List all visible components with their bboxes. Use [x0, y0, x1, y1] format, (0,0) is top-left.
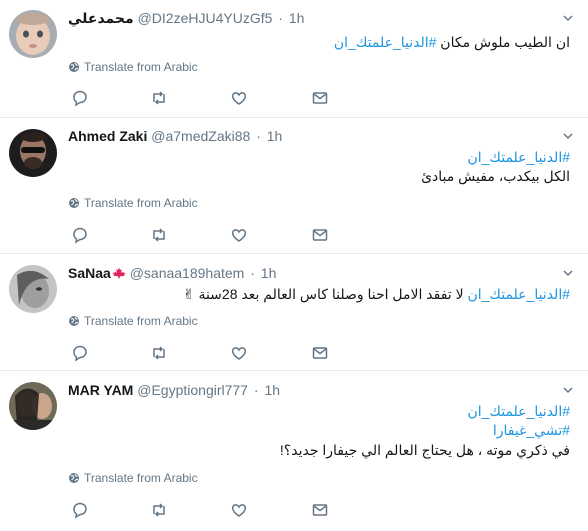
tweet-header: Ahmed Zaki @a7medZaki88 · 1h: [68, 126, 282, 146]
message-icon[interactable]: [311, 501, 329, 519]
hashtag-link[interactable]: #الدنيا_علمتك_ان: [467, 149, 570, 165]
tweet-text: في ذكري موته ، هل يحتاج العالم الي جيفار…: [279, 442, 570, 458]
tweet-text-line: في ذكري موته ، هل يحتاج العالم الي جيفار…: [280, 440, 570, 460]
translate-link[interactable]: Translate from Arabic: [68, 470, 198, 486]
retweet-icon[interactable]: [150, 501, 168, 519]
chevron-down-icon[interactable]: [562, 130, 574, 142]
user-handle[interactable]: @Egyptiongirl777: [137, 382, 248, 398]
translate-label: Translate from Arabic: [84, 60, 198, 74]
tweet-header: SaNaa @sanaa189hatem · 1h: [68, 263, 276, 283]
tweet-text-line: #الدنيا_علمتك_ان: [467, 147, 570, 167]
chevron-down-icon[interactable]: [562, 267, 574, 279]
timestamp[interactable]: 1h: [264, 382, 280, 398]
globe-icon: [69, 62, 79, 72]
reply-icon[interactable]: [71, 501, 89, 519]
tweet-text-line: #الدنيا_علمتك_ان: [467, 401, 570, 421]
translate-label: Translate from Arabic: [84, 314, 198, 328]
globe-icon: [69, 198, 79, 208]
hashtag-link[interactable]: #الدنيا_علمتك_ان: [334, 34, 437, 50]
avatar[interactable]: [9, 129, 57, 177]
user-handle[interactable]: @a7medZaki88: [151, 128, 250, 144]
display-name[interactable]: MAR YAM: [68, 382, 133, 398]
translate-link[interactable]: Translate from Arabic: [68, 59, 198, 75]
message-icon[interactable]: [311, 344, 329, 362]
chevron-down-icon[interactable]: [562, 384, 574, 396]
tweet-text: الكل بيكدب، مفيش مبادئ: [421, 168, 570, 184]
tweet-header: محمدعلي @DI2zeHJU4YUzGf5 · 1h: [68, 8, 304, 28]
chevron-down-icon[interactable]: [562, 12, 574, 24]
user-handle[interactable]: @sanaa189hatem: [130, 265, 245, 281]
like-icon[interactable]: [230, 501, 248, 519]
retweet-icon[interactable]: [150, 226, 168, 244]
display-name[interactable]: SaNaa: [68, 265, 111, 281]
retweet-icon[interactable]: [150, 89, 168, 107]
tweet-text-line: #تشي_غيفارا: [493, 420, 570, 440]
tweet-text: ان الطيب ملوش مكان: [436, 34, 570, 50]
display-name[interactable]: Ahmed Zaki: [68, 128, 147, 144]
avatar[interactable]: [9, 265, 57, 313]
like-icon[interactable]: [230, 226, 248, 244]
message-icon[interactable]: [311, 226, 329, 244]
tweet-text: لا تفقد الامل احنا وصلنا كاس العالم بعد …: [182, 286, 468, 302]
timestamp[interactable]: 1h: [289, 10, 305, 26]
globe-icon: [69, 316, 79, 326]
timestamp[interactable]: 1h: [261, 265, 277, 281]
tweet-feed: محمدعلي @DI2zeHJU4YUzGf5 · 1h ان الطيب م…: [0, 0, 588, 531]
tweet[interactable]: Ahmed Zaki @a7medZaki88 · 1h #الدنيا_علم…: [0, 118, 588, 254]
maple-leaf-flag-icon: [112, 267, 126, 279]
tweet-actions: [68, 226, 338, 244]
reply-icon[interactable]: [71, 89, 89, 107]
tweet-text-line: الكل بيكدب، مفيش مبادئ: [421, 166, 570, 186]
tweet[interactable]: محمدعلي @DI2zeHJU4YUzGf5 · 1h ان الطيب م…: [0, 0, 588, 118]
display-name[interactable]: محمدعلي: [68, 10, 134, 26]
reply-icon[interactable]: [71, 226, 89, 244]
translate-label: Translate from Arabic: [84, 471, 198, 485]
retweet-icon[interactable]: [150, 344, 168, 362]
tweet-header: MAR YAM @Egyptiongirl777 · 1h: [68, 380, 280, 400]
timestamp[interactable]: 1h: [267, 128, 283, 144]
hashtag-link[interactable]: #الدنيا_علمتك_ان: [467, 286, 570, 302]
globe-icon: [69, 473, 79, 483]
message-icon[interactable]: [311, 89, 329, 107]
translate-link[interactable]: Translate from Arabic: [68, 313, 198, 329]
tweet[interactable]: SaNaa @sanaa189hatem · 1h #الدنيا_علمتك_…: [0, 254, 588, 371]
reply-icon[interactable]: [71, 344, 89, 362]
tweet-text-line: #الدنيا_علمتك_ان لا تفقد الامل احنا وصلن…: [183, 284, 570, 304]
separator-dot: ·: [278, 10, 283, 26]
avatar[interactable]: [9, 10, 57, 58]
tweet-actions: [68, 89, 338, 107]
hashtag-link[interactable]: #تشي_غيفارا: [493, 422, 570, 438]
separator-dot: ·: [250, 265, 255, 281]
like-icon[interactable]: [230, 344, 248, 362]
separator-dot: ·: [253, 382, 259, 398]
tweet[interactable]: MAR YAM @Egyptiongirl777 · 1h #الدنيا_عل…: [0, 371, 588, 531]
like-icon[interactable]: [230, 89, 248, 107]
avatar[interactable]: [9, 382, 57, 430]
tweet-actions: [68, 344, 338, 362]
tweet-actions: [68, 501, 338, 519]
translate-link[interactable]: Translate from Arabic: [68, 195, 198, 211]
user-handle[interactable]: @DI2zeHJU4YUzGf5: [138, 10, 273, 26]
tweet-text-line: ان الطيب ملوش مكان #الدنيا_علمتك_ان: [334, 32, 570, 52]
hashtag-link[interactable]: #الدنيا_علمتك_ان: [467, 403, 570, 419]
translate-label: Translate from Arabic: [84, 196, 198, 210]
separator-dot: ·: [256, 128, 261, 144]
